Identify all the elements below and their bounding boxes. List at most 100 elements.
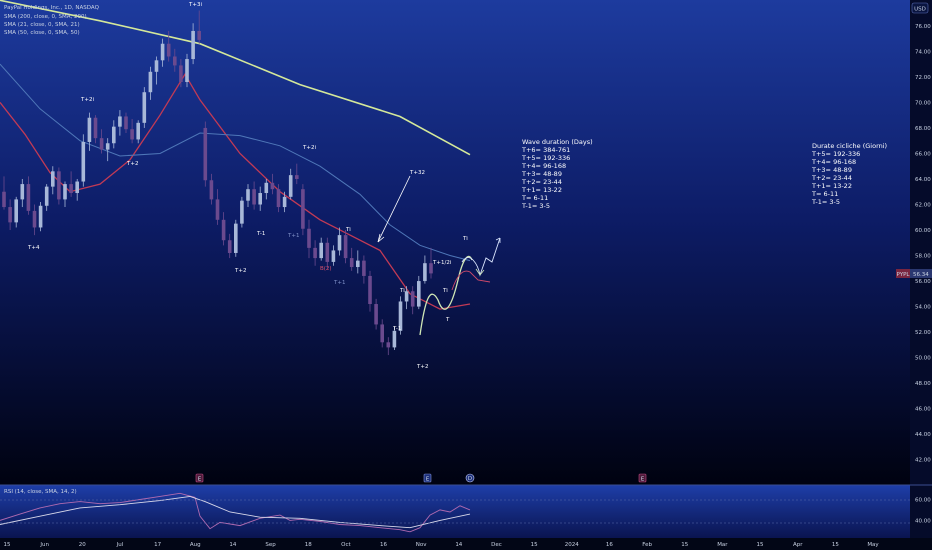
- wave-label: T+3i: [188, 2, 202, 8]
- legend-line-4: SMA (50, close, 0, SMA, 50): [4, 30, 80, 36]
- candle-body: [423, 263, 427, 282]
- wave-label: T+1: [333, 280, 345, 286]
- wave-label: Ti: [399, 288, 405, 294]
- candle-body: [295, 175, 299, 179]
- candle-body: [258, 193, 262, 205]
- wave-label: T+2: [416, 364, 428, 370]
- candle-body: [282, 196, 287, 208]
- candle-body: [337, 235, 342, 251]
- legend-line-2: SMA (200, close, 0, SMA, 200): [4, 14, 87, 20]
- candle-body: [410, 291, 415, 307]
- y-tick-label: 50.00: [915, 356, 931, 362]
- y-tick-label: 42.00: [915, 458, 931, 464]
- rsi-legend: RSI (14, close, SMA, 14, 2): [4, 489, 77, 495]
- y-tick-label: 52.00: [915, 330, 931, 336]
- price-chart[interactable]: 76.00 74.00 72.00 70.00 68.00 66.00 64.00 62.00…: [0, 0, 932, 550]
- x-tick-label: 17: [154, 542, 161, 548]
- candle-body: [148, 71, 153, 93]
- x-tick-label: 14: [455, 542, 462, 548]
- y-tick-label: 60.00: [915, 228, 931, 234]
- candle-body: [288, 175, 293, 197]
- x-tick-label: Sep: [265, 542, 276, 548]
- candle-body: [380, 324, 384, 343]
- candle-body: [14, 199, 18, 223]
- candle-body: [374, 304, 378, 325]
- candle-body: [227, 240, 232, 253]
- candle-body: [51, 171, 55, 187]
- candle-body: [112, 126, 116, 144]
- event-marker-label: E: [426, 477, 430, 483]
- candle-body: [69, 184, 73, 194]
- x-tick-label: 18: [305, 542, 312, 548]
- candle-body: [386, 342, 391, 348]
- wave-duration-line: T= 6-11: [521, 194, 548, 202]
- wave-duration-line: T-1= 3-5: [521, 202, 550, 210]
- price-badge-ticker: PYPL: [897, 272, 911, 278]
- candle-body: [20, 184, 25, 200]
- rsi-y-tick-label: 60.00: [915, 498, 931, 504]
- wave-label: Ti: [442, 288, 448, 294]
- candle-body: [166, 43, 171, 57]
- durate-cicliche-line: T-1= 3-5: [811, 198, 840, 206]
- y-tick-label: 68.00: [915, 126, 931, 132]
- x-tick-label: 15: [832, 542, 839, 548]
- wave-duration-line: T+4= 96-168: [521, 162, 566, 170]
- candle-body: [301, 189, 305, 229]
- candle-body: [93, 117, 98, 139]
- candle-body: [203, 127, 208, 181]
- y-tick-label: 74.00: [915, 49, 931, 55]
- candle-body: [270, 182, 275, 190]
- candle-body: [26, 184, 31, 211]
- y-tick-label: 46.00: [915, 407, 931, 413]
- symbol-box[interactable]: USD: [911, 2, 929, 14]
- candle-body: [349, 258, 354, 268]
- rsi-pane[interactable]: [0, 485, 910, 538]
- wave-label: Ti: [345, 227, 351, 233]
- candle-body: [32, 210, 37, 228]
- candle-body: [392, 330, 397, 348]
- candle-body: [99, 138, 104, 150]
- y-tick-label: 64.00: [915, 177, 931, 183]
- wave-duration-line: T+5= 192-336: [521, 154, 570, 162]
- chart-stage[interactable]: 76.00 74.00 72.00 70.00 68.00 66.00 64.00 62.00…: [0, 0, 932, 550]
- wave-label: T+2: [126, 161, 138, 167]
- wave-label: B(2): [320, 266, 332, 272]
- durate-cicliche-line: T= 6-11: [811, 190, 838, 198]
- x-tick-label: 15: [4, 542, 11, 548]
- candle-body: [209, 180, 214, 200]
- x-tick-label: Aug: [190, 542, 201, 548]
- candle-body: [63, 184, 67, 200]
- wave-duration-title: Wave duration (Days): [522, 138, 593, 146]
- wave-label: Ti: [462, 236, 468, 242]
- legend-line-3: SMA (21, close, 0, SMA, 21): [4, 22, 80, 28]
- candle-body: [142, 92, 147, 123]
- candle-body: [191, 30, 195, 60]
- x-tick-label: 14: [229, 542, 236, 548]
- candle-body: [264, 182, 269, 194]
- candle-body: [356, 260, 360, 268]
- y-tick-label: 70.00: [915, 100, 931, 106]
- x-tick-label: 16: [380, 542, 387, 548]
- candle-body: [57, 171, 61, 200]
- wave-duration-line: T+6= 384-761: [521, 146, 570, 154]
- candle-body: [325, 242, 330, 262]
- durate-cicliche-line: T+5= 192-336: [811, 150, 860, 158]
- event-marker-label: E: [198, 477, 202, 483]
- event-marker-label: D: [468, 476, 472, 482]
- wave-label: T+1: [287, 233, 299, 239]
- durate-cicliche-line: T+4= 96-168: [811, 158, 856, 166]
- y-tick-label: 56.00: [915, 279, 931, 285]
- durate-cicliche-line: T+1= 13-22: [811, 182, 852, 190]
- x-tick-label: Oct: [341, 542, 351, 548]
- candle-body: [307, 228, 311, 248]
- candle-body: [118, 116, 122, 127]
- candle-body: [362, 260, 366, 276]
- plot-area[interactable]: [0, 0, 910, 485]
- wave-duration-line: T+2= 23-44: [521, 178, 562, 186]
- x-tick-label: 20: [79, 542, 86, 548]
- candle-body: [368, 275, 372, 305]
- y-tick-label: 76.00: [915, 24, 931, 30]
- candle-body: [44, 186, 49, 206]
- x-tick-label: Mar: [717, 542, 728, 548]
- candle-body: [234, 223, 238, 253]
